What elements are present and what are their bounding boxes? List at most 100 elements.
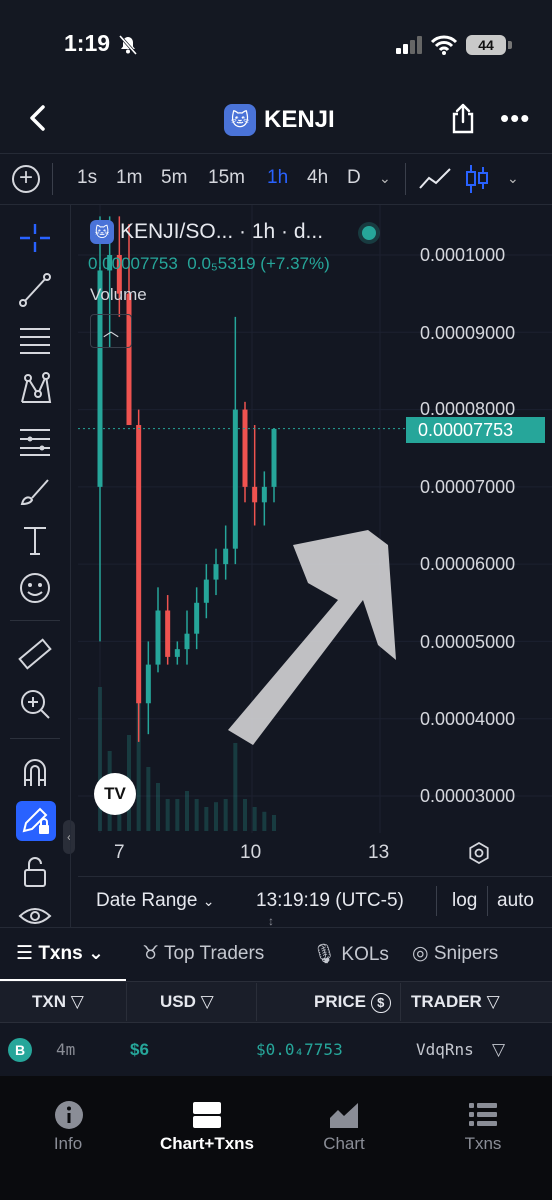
share-icon[interactable] bbox=[450, 102, 476, 134]
volume-bar bbox=[194, 799, 199, 831]
back-arrow-icon[interactable] bbox=[26, 104, 50, 132]
pattern-icon[interactable] bbox=[16, 372, 54, 408]
candle-body bbox=[261, 486, 267, 503]
area-chart-icon[interactable] bbox=[328, 1100, 360, 1130]
column-header-trader[interactable]: TRADER ▽ bbox=[411, 992, 500, 1012]
timezone-clock[interactable]: 13:19:19 (UTC-5) bbox=[256, 890, 404, 912]
txn-age: 4m bbox=[56, 1040, 76, 1059]
candles-chart-type-icon[interactable] bbox=[464, 163, 490, 195]
nav-info[interactable]: Info bbox=[28, 1134, 108, 1154]
add-symbol-button[interactable]: + bbox=[12, 165, 40, 193]
nav-txns[interactable]: Txns bbox=[443, 1134, 523, 1154]
column-label: PRICE bbox=[314, 992, 366, 1011]
y-tick-label: 0.00004000 bbox=[420, 709, 516, 729]
timeframe-1s[interactable]: 1s bbox=[77, 166, 97, 190]
text-icon[interactable] bbox=[16, 522, 54, 558]
date-range-dropdown[interactable]: Date Range ⌄ bbox=[96, 890, 214, 912]
volume-bar bbox=[252, 807, 257, 831]
candle-body bbox=[203, 579, 209, 603]
target-icon: ◎ bbox=[412, 943, 429, 964]
txn-usd: $6 bbox=[130, 1040, 149, 1059]
unlock-icon[interactable] bbox=[16, 854, 54, 890]
timeframe-1h[interactable]: 1h bbox=[267, 166, 288, 190]
tab-txns[interactable]: ☰ Txns ⌄ bbox=[16, 942, 104, 965]
nav-chart-txns[interactable]: Chart+Txns bbox=[147, 1134, 267, 1154]
filter-trader-icon[interactable]: ▽ bbox=[492, 1040, 505, 1060]
trend-line-icon[interactable] bbox=[16, 272, 54, 308]
chart-settings-icon[interactable] bbox=[468, 842, 490, 864]
legend-change: 0.0₅5319 (+7.37%) bbox=[187, 254, 330, 273]
buy-badge: B bbox=[8, 1038, 32, 1062]
candle-body bbox=[136, 425, 142, 704]
txns-list-icon[interactable] bbox=[467, 1100, 499, 1130]
line-chart-type-icon[interactable] bbox=[418, 166, 452, 192]
tab-snipers[interactable]: ◎ Snipers bbox=[412, 942, 498, 965]
pair-title[interactable]: KENJI/SO... · 1h · d... bbox=[120, 220, 323, 244]
divider bbox=[436, 886, 437, 916]
column-header-price[interactable]: PRICE $ bbox=[314, 992, 391, 1013]
nav-chart[interactable]: Chart bbox=[304, 1134, 384, 1154]
timeframe-5m[interactable]: 5m bbox=[161, 166, 187, 190]
x-tick-label: 10 bbox=[240, 842, 262, 863]
timeframe-chevron-down-icon[interactable]: ⌄ bbox=[379, 170, 391, 187]
y-tick-label: 0.00003000 bbox=[420, 786, 516, 806]
volume-bar bbox=[204, 807, 209, 831]
date-range-label: Date Range bbox=[96, 890, 198, 911]
candle-body bbox=[174, 649, 180, 657]
legend-values: 0.00007753 0.0₅5319 (+7.37%) bbox=[88, 254, 330, 274]
price-chart[interactable] bbox=[78, 205, 552, 835]
pair-logo: 🐱 bbox=[90, 220, 114, 244]
divider bbox=[78, 876, 552, 877]
toolbar-divider bbox=[10, 620, 60, 621]
txn-trader[interactable]: VdqRns bbox=[416, 1040, 474, 1059]
column-header-usd[interactable]: USD ▽ bbox=[160, 992, 214, 1012]
volume-bar bbox=[262, 811, 267, 831]
forecast-icon[interactable] bbox=[16, 422, 54, 458]
zoom-in-icon[interactable] bbox=[16, 686, 54, 722]
toolbar-border bbox=[70, 205, 71, 927]
tab-kols[interactable]: 🎙 KOLs bbox=[312, 942, 389, 966]
arrow-annotation-icon bbox=[228, 530, 396, 745]
crosshair-icon[interactable] bbox=[16, 220, 54, 256]
chart-type-chevron-down-icon[interactable]: ⌄ bbox=[507, 170, 519, 187]
tradingview-logo[interactable]: TV bbox=[94, 773, 136, 815]
timeframe-15m[interactable]: 15m bbox=[208, 166, 245, 190]
auto-scale-button[interactable]: auto bbox=[497, 890, 534, 912]
ruler-icon[interactable] bbox=[16, 636, 54, 672]
more-options-icon[interactable]: ••• bbox=[500, 105, 530, 131]
volume-bar bbox=[156, 783, 160, 831]
timeframe-4h[interactable]: 4h bbox=[307, 166, 328, 190]
chevron-down-icon: ⌄ bbox=[202, 893, 215, 909]
lock-drawing-button[interactable] bbox=[16, 801, 56, 841]
resize-handle-icon[interactable]: ↕ bbox=[268, 915, 274, 927]
y-tick-label: 0.00005000 bbox=[420, 632, 516, 652]
wifi-icon bbox=[430, 35, 458, 55]
y-tick-label: 0.00007000 bbox=[420, 477, 516, 497]
divider bbox=[256, 983, 257, 1021]
column-header-txn[interactable]: TXN ▽ bbox=[32, 992, 84, 1012]
y-tick-label: 0.00008000 bbox=[420, 399, 516, 419]
volume-bar bbox=[272, 815, 276, 831]
status-time: 1:19 bbox=[64, 30, 111, 56]
volume-bar bbox=[223, 799, 228, 831]
chart-txns-icon[interactable] bbox=[191, 1100, 223, 1130]
candle-body bbox=[194, 602, 200, 634]
tab-top-traders[interactable]: ♉ Top Traders bbox=[142, 942, 264, 965]
brush-icon[interactable] bbox=[16, 474, 54, 510]
log-scale-button[interactable]: log bbox=[452, 890, 477, 912]
info-icon[interactable] bbox=[53, 1100, 85, 1130]
fib-lines-icon[interactable] bbox=[16, 322, 54, 358]
emoji-icon[interactable] bbox=[16, 570, 54, 606]
divider bbox=[487, 886, 488, 916]
collapse-toolbar-button[interactable]: ‹ bbox=[63, 820, 75, 854]
chevron-down-icon: ⌄ bbox=[87, 943, 104, 964]
timeframe-1m[interactable]: 1m bbox=[116, 166, 142, 190]
volume-bar bbox=[233, 743, 238, 831]
tab-label: KOLs bbox=[341, 944, 389, 965]
magnet-icon[interactable] bbox=[16, 754, 54, 790]
timeframe-d[interactable]: D bbox=[347, 166, 361, 190]
collapse-legend-button[interactable]: ︿ bbox=[90, 314, 132, 348]
x-tick-label: 7 bbox=[114, 842, 125, 863]
candle-body bbox=[232, 409, 238, 549]
divider bbox=[52, 163, 53, 195]
